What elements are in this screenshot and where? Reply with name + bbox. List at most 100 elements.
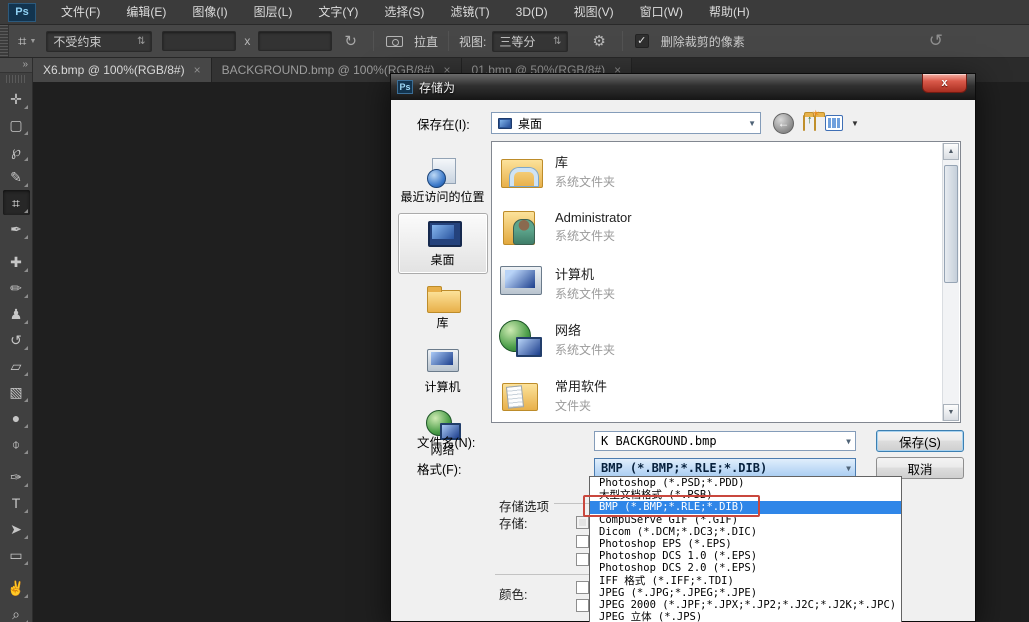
file-list-scrollbar[interactable]: ▲ ▼ [942,143,959,421]
file-common-software[interactable]: 常用软件 文件夹 [493,367,942,421]
menu-item[interactable]: 文件(F) [48,0,113,25]
menu-item[interactable]: 编辑(E) [113,0,179,25]
menu-item[interactable]: 图层(L) [241,0,306,25]
menu-item[interactable]: 文字(Y) [305,0,371,25]
views-button[interactable]: ▼ [825,115,859,131]
crop-view-select[interactable]: 三等分 ⇅ [492,31,568,52]
crop-width-input[interactable] [162,31,236,51]
collapse-panel-icon[interactable]: » [0,58,32,73]
tool-preset-arrow-icon[interactable]: ▼ [29,38,36,45]
place-computer[interactable]: 计算机 [398,340,488,401]
format-option[interactable]: Photoshop DCS 1.0 (*.EPS) [590,550,901,562]
move-tool[interactable]: ✛ [3,86,30,111]
file-network[interactable]: 网络 系统文件夹 [493,311,942,367]
place-recent[interactable]: 最近访问的位置 [398,150,488,211]
scrollbar-thumb[interactable] [944,165,958,283]
place-libraries[interactable]: 库 [398,276,488,337]
dialog-titlebar[interactable]: Ps 存储为 x [391,74,975,100]
new-folder-button[interactable]: ✶ [814,116,816,130]
dropdown-arrow-icon[interactable]: ▼ [743,119,756,128]
file-name: 常用软件 [555,376,607,395]
reset-icon[interactable]: ↺ [929,31,943,51]
format-option[interactable]: CompuServe GIF (*.GIF) [590,514,901,526]
delete-cropped-pixels-checkbox[interactable]: ✓ [635,34,649,48]
file-list: 库 系统文件夹 Administrator 系统文件夹 [491,141,961,423]
clone-stamp-tool[interactable]: ♟ [3,301,30,326]
format-option[interactable]: BMP (*.BMP;*.RLE;*.DIB) [590,501,901,513]
dialog-body: 保存在(I): 桌面 ▼ ← ↑ ✶ [391,100,975,621]
format-option[interactable]: Photoshop (*.PSD;*.PDD) [590,477,901,489]
back-button[interactable]: ← [773,113,794,134]
eyedropper-tool[interactable]: ✒ [3,216,30,241]
format-option[interactable]: Photoshop EPS (*.EPS) [590,538,901,550]
pen-tool[interactable]: ✑ [3,464,30,489]
path-selection-tool[interactable]: ➤ [3,516,30,541]
crop-height-input[interactable] [258,31,332,51]
format-option[interactable]: JPEG (*.JPG;*.JPEG;*.JPE) [590,587,901,599]
menu-item[interactable]: 视图(V) [561,0,627,25]
quick-selection-tool[interactable]: ✎ [3,164,30,189]
place-desktop[interactable]: 桌面 [398,213,488,274]
dropdown-arrow-icon[interactable]: ▼ [841,464,851,473]
format-option[interactable]: IFF 格式 (*.IFF;*.TDI) [590,575,901,587]
rectangle-tool[interactable]: ▭ [3,542,30,567]
format-combobox[interactable]: BMP (*.BMP;*.RLE;*.DIB) ▼ [594,458,856,478]
blur-tool[interactable]: ● [3,405,30,430]
eraser-tool[interactable]: ▱ [3,353,30,378]
menu-item[interactable]: 3D(D) [503,0,561,25]
color-option-checkbox[interactable] [576,581,589,594]
menu-item[interactable]: 图像(I) [179,0,240,25]
save-in-combobox[interactable]: 桌面 ▼ [491,112,761,134]
options-bar-grip[interactable] [0,25,9,57]
star-icon: ✶ [812,109,820,120]
save-option-checkbox[interactable] [576,553,589,566]
gear-icon[interactable]: ⚙ [592,32,605,50]
file-administrator[interactable]: Administrator 系统文件夹 [493,199,942,255]
lasso-tool[interactable]: ℘ [3,138,30,163]
file-computer[interactable]: 计算机 系统文件夹 [493,255,942,311]
save-option-checkbox[interactable] [576,535,589,548]
menu-item[interactable]: 选择(S) [371,0,437,25]
file-libraries[interactable]: 库 系统文件夹 [493,143,942,199]
tab-x6[interactable]: X6.bmp @ 100%(RGB/8#) × [33,58,212,82]
crop-tool[interactable]: ⌗ [3,190,30,215]
place-label: 计算机 [424,381,460,394]
crop-preset-select[interactable]: 不受约束 ⇅ [46,31,152,52]
dropdown-arrow-icon[interactable]: ▼ [841,437,851,446]
format-option[interactable]: Dicom (*.DCM;*.DC3;*.DIC) [590,526,901,538]
menu-item[interactable]: 滤镜(T) [437,0,502,25]
color-label: 颜色: [499,584,527,603]
options-bar: ⌗ ▼ 不受约束 ⇅ x ↻ 拉直 视图: 三等分 ⇅ ⚙ ✓ 删除裁剪的像素 … [0,25,1029,58]
save-button[interactable]: 保存(S) [876,430,964,452]
save-option-checkbox[interactable] [576,516,589,529]
dodge-tool[interactable]: ⌽ [3,431,30,456]
zoom-tool[interactable]: ⌕ [3,601,30,622]
scroll-up-icon[interactable]: ▲ [943,143,959,160]
menu-item[interactable]: 帮助(H) [696,0,763,25]
gradient-tool[interactable]: ▧ [3,379,30,404]
rectangular-marquee-tool[interactable]: ▢ [3,112,30,137]
tab-close-icon[interactable]: × [194,63,201,77]
color-option-checkbox[interactable] [576,599,589,612]
up-one-level-button[interactable]: ↑ [803,116,805,130]
filename-combobox[interactable]: K BACKGROUND.bmp ▼ [594,431,856,451]
scroll-down-icon[interactable]: ▼ [943,404,959,421]
dialog-close-button[interactable]: x [922,74,967,93]
format-option[interactable]: 大型文档格式 (*.PSB) [590,489,901,501]
history-brush-tool[interactable]: ↺ [3,327,30,352]
rotate-crop-icon[interactable]: ↻ [344,32,357,50]
type-tool[interactable]: T [3,490,30,515]
brush-tool[interactable]: ✏ [3,275,30,300]
palette-grip[interactable] [6,75,26,83]
recent-icon [425,156,461,188]
straighten-icon[interactable] [386,36,403,47]
crop-tool-icon[interactable]: ⌗ [18,33,26,50]
hand-tool[interactable]: ✌ [3,575,30,600]
format-option[interactable]: JPEG 2000 (*.JPF;*.JPX;*.JP2;*.J2C;*.J2K… [590,599,901,611]
straighten-label[interactable]: 拉直 [414,33,438,50]
healing-brush-tool[interactable]: ✚ [3,249,30,274]
format-option[interactable]: Photoshop DCS 2.0 (*.EPS) [590,562,901,574]
delete-cropped-pixels-label[interactable]: 删除裁剪的像素 [661,33,745,50]
format-option[interactable]: JPEG 立体 (*.JPS) [590,611,901,622]
menu-item[interactable]: 窗口(W) [627,0,696,25]
